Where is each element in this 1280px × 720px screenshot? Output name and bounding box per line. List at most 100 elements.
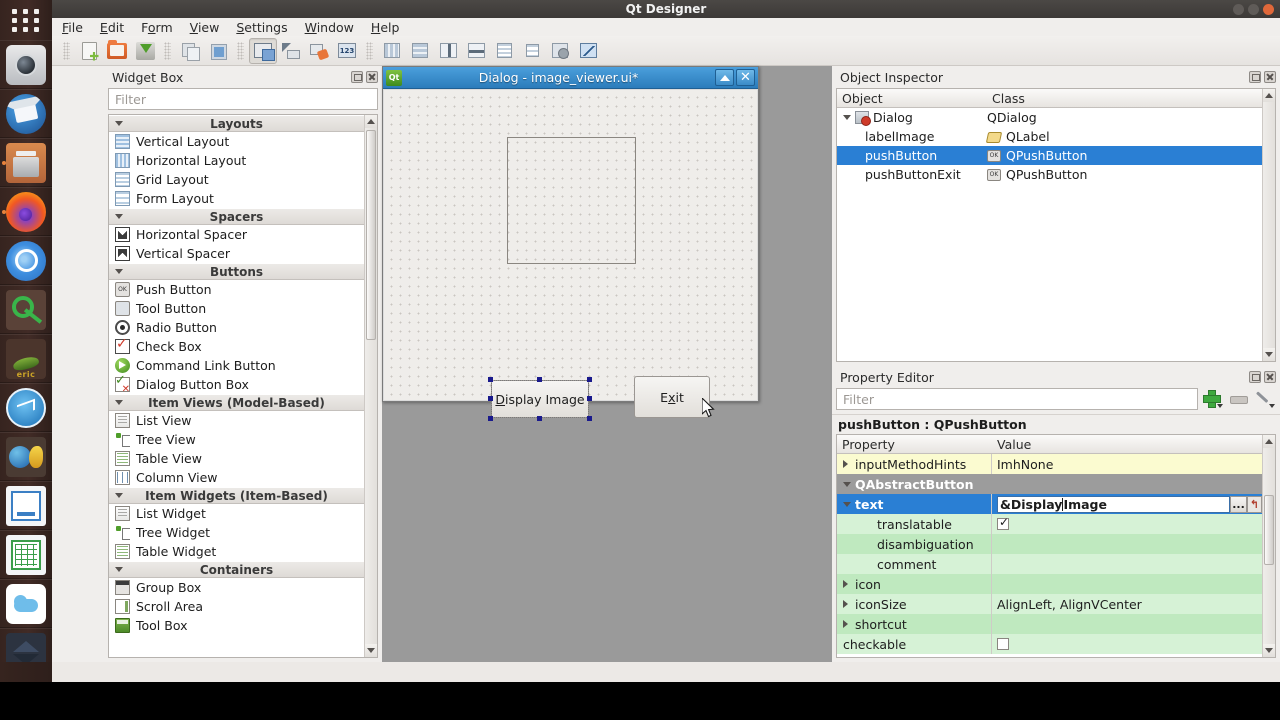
object-inspector-row[interactable]: labelImage QLabel bbox=[837, 127, 1262, 146]
open-form-button[interactable] bbox=[103, 38, 131, 64]
column-class[interactable]: Class bbox=[987, 89, 1262, 107]
menu-help[interactable]: Help bbox=[371, 20, 400, 35]
widget-item[interactable]: Grid Layout bbox=[109, 170, 364, 189]
widget-box-scrollbar[interactable] bbox=[364, 115, 377, 657]
column-value[interactable]: Value bbox=[992, 435, 1262, 453]
reset-property-button[interactable]: ↰ bbox=[1247, 495, 1262, 513]
close-icon[interactable] bbox=[1263, 4, 1274, 15]
widget-category-containers[interactable]: Containers bbox=[109, 561, 364, 578]
scrollbar-thumb[interactable] bbox=[366, 130, 376, 340]
widget-category-item-widgets-item-based[interactable]: Item Widgets (Item-Based) bbox=[109, 487, 364, 504]
minimize-icon[interactable] bbox=[1233, 4, 1244, 15]
float-icon[interactable] bbox=[351, 71, 363, 83]
widget-category-item-views-model-based[interactable]: Item Views (Model-Based) bbox=[109, 394, 364, 411]
toolbar-grip[interactable] bbox=[164, 41, 171, 60]
chevron-right-icon[interactable] bbox=[843, 620, 851, 628]
widget-item[interactable]: OK Push Button bbox=[109, 280, 364, 299]
save-form-button[interactable] bbox=[131, 38, 159, 64]
adjust-size-button[interactable] bbox=[574, 38, 602, 64]
layout-grid-button[interactable] bbox=[490, 38, 518, 64]
column-object[interactable]: Object bbox=[837, 89, 987, 107]
close-icon[interactable] bbox=[366, 71, 378, 83]
layout-splitter-vertical-button[interactable] bbox=[462, 38, 490, 64]
close-icon[interactable] bbox=[1264, 71, 1276, 83]
toolbar-grip[interactable] bbox=[237, 41, 244, 60]
scroll-up-icon[interactable] bbox=[1263, 435, 1275, 448]
property-row[interactable]: translatable bbox=[837, 514, 1262, 534]
labelImage-widget[interactable] bbox=[507, 137, 636, 264]
widget-item[interactable]: Horizontal Layout bbox=[109, 151, 364, 170]
scrollbar-thumb[interactable] bbox=[1264, 495, 1274, 565]
widget-box-filter-input[interactable]: Filter bbox=[108, 88, 378, 110]
close-icon[interactable] bbox=[1264, 371, 1276, 383]
property-row[interactable]: icon bbox=[837, 574, 1262, 594]
scroll-up-icon[interactable] bbox=[365, 115, 377, 128]
float-icon[interactable] bbox=[1249, 71, 1261, 83]
launcher-item-chromium[interactable] bbox=[0, 236, 52, 285]
launcher-item-cloud[interactable] bbox=[0, 579, 52, 628]
scroll-down-icon[interactable] bbox=[1263, 644, 1275, 657]
resize-handle-sw[interactable] bbox=[488, 416, 493, 421]
layout-splitter-horizontal-button[interactable] bbox=[434, 38, 462, 64]
widget-item[interactable]: Group Box bbox=[109, 578, 364, 597]
menu-form[interactable]: Form bbox=[141, 20, 173, 35]
widget-item[interactable]: Dialog Button Box bbox=[109, 373, 364, 395]
edit-widgets-button[interactable] bbox=[249, 37, 277, 64]
property-row[interactable]: QAbstractButton bbox=[837, 474, 1262, 494]
edit-buddies-button[interactable] bbox=[305, 38, 333, 64]
chevron-right-icon[interactable] bbox=[843, 580, 851, 588]
widget-item[interactable]: Radio Button bbox=[109, 318, 364, 337]
dash-home-icon[interactable] bbox=[0, 0, 52, 40]
resize-handle-w[interactable] bbox=[488, 396, 493, 401]
configure-icon[interactable] bbox=[1254, 389, 1276, 409]
add-property-icon[interactable] bbox=[1202, 389, 1224, 409]
copy-button[interactable] bbox=[176, 38, 204, 64]
property-editor-scrollbar[interactable] bbox=[1262, 435, 1275, 657]
menu-file[interactable]: File bbox=[62, 20, 83, 35]
form-canvas[interactable]: Display Image Exit bbox=[384, 90, 757, 421]
widget-item[interactable]: Tree View bbox=[109, 430, 364, 449]
widget-category-spacers[interactable]: Spacers bbox=[109, 208, 364, 225]
layout-horizontally-button[interactable] bbox=[378, 38, 406, 64]
chevron-right-icon[interactable] bbox=[843, 460, 851, 468]
scroll-up-icon[interactable] bbox=[1263, 89, 1275, 102]
widget-item[interactable]: List Widget bbox=[109, 504, 364, 523]
resize-handle-n[interactable] bbox=[537, 377, 542, 382]
launcher-item-mail[interactable] bbox=[0, 89, 52, 138]
menu-window[interactable]: Window bbox=[305, 20, 354, 35]
resize-handle-ne[interactable] bbox=[587, 377, 592, 382]
widget-item[interactable]: Command Link Button bbox=[109, 356, 364, 375]
launcher-item-impress[interactable] bbox=[0, 481, 52, 530]
widget-item[interactable]: Scroll Area bbox=[109, 597, 364, 616]
maximize-icon[interactable] bbox=[1248, 4, 1259, 15]
widget-item[interactable]: Tree Widget bbox=[109, 523, 364, 542]
widget-item[interactable]: Table View bbox=[109, 449, 364, 468]
toolbar-grip[interactable] bbox=[63, 41, 70, 60]
launcher-item-keys[interactable] bbox=[0, 285, 52, 334]
launcher-item-files[interactable] bbox=[0, 138, 52, 187]
widget-category-buttons[interactable]: Buttons bbox=[109, 263, 364, 280]
paste-button[interactable] bbox=[204, 38, 232, 64]
property-row[interactable]: text &Display Image... ↰ bbox=[837, 494, 1262, 514]
property-filter-input[interactable]: Filter bbox=[836, 388, 1198, 410]
widget-item[interactable]: Vertical Layout bbox=[109, 132, 364, 151]
widget-item[interactable]: Column View bbox=[109, 468, 364, 487]
layout-vertically-button[interactable] bbox=[406, 38, 434, 64]
browse-button[interactable]: ... bbox=[1230, 495, 1247, 513]
menu-edit[interactable]: Edit bbox=[100, 20, 124, 35]
property-row[interactable]: disambiguation bbox=[837, 534, 1262, 554]
launcher-item-seamonkey[interactable] bbox=[0, 432, 52, 481]
layout-form-button[interactable] bbox=[518, 38, 546, 64]
float-icon[interactable] bbox=[1249, 371, 1261, 383]
break-layout-button[interactable] bbox=[546, 38, 574, 64]
launcher-item-eric[interactable]: eric bbox=[0, 334, 52, 383]
widget-item[interactable]: List View bbox=[109, 411, 364, 430]
launcher-item-camera[interactable] bbox=[0, 40, 52, 89]
property-row[interactable]: shortcut bbox=[837, 614, 1262, 634]
resize-handle-nw[interactable] bbox=[488, 377, 493, 382]
resize-handle-s[interactable] bbox=[537, 416, 542, 421]
launcher-item-virtualbox[interactable] bbox=[0, 628, 52, 662]
form-titlebar[interactable]: Qt Dialog - image_viewer.ui* bbox=[383, 67, 758, 89]
property-checkbox[interactable] bbox=[997, 638, 1009, 650]
widget-item[interactable]: Horizontal Spacer bbox=[109, 225, 364, 244]
